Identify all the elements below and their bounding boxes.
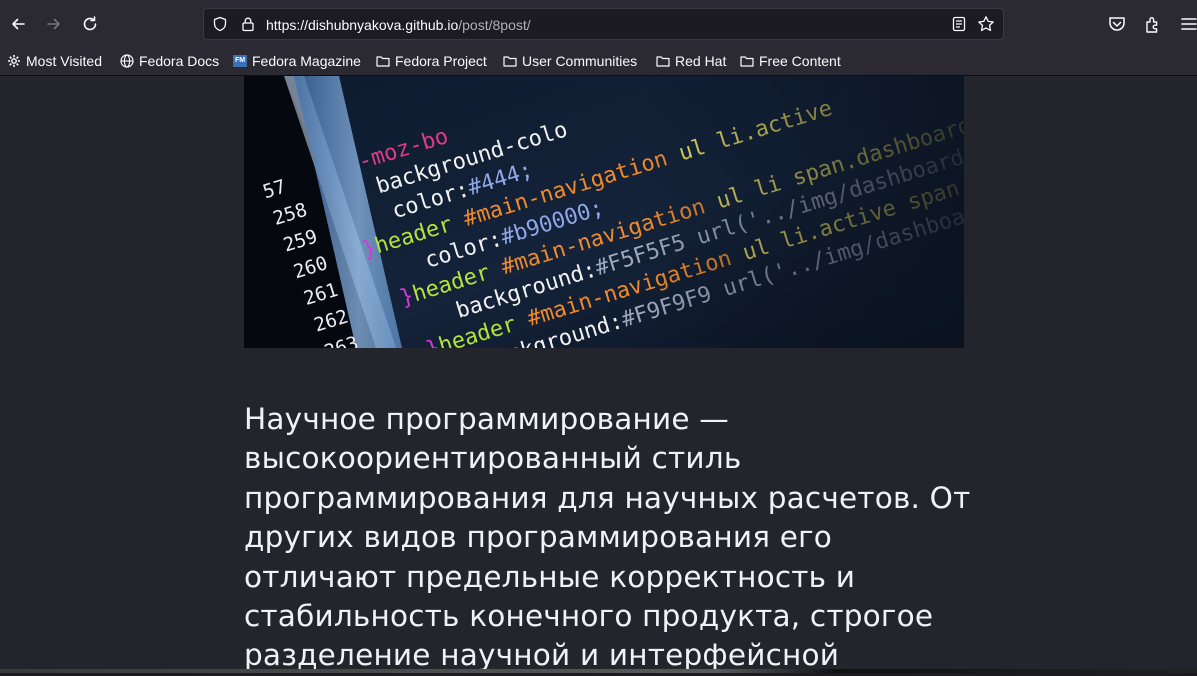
bookmark-label: Red Hat [675, 52, 727, 69]
bookmark-folder-red-hat[interactable]: Red Hat [656, 48, 726, 73]
folder-icon [656, 55, 670, 67]
reader-view-icon[interactable] [951, 16, 967, 32]
bookmark-folder-fedora-project[interactable]: Fedora Project [376, 48, 487, 73]
hero-code-image: 57258259260261262263264265266 -moz-bobac… [244, 76, 964, 348]
url-host: https://dishubnyakova.github.io [266, 17, 459, 33]
bookmark-label: Fedora Docs [139, 52, 220, 69]
bookmark-label: Fedora Project [395, 52, 487, 69]
bookmark-label: Free Content [759, 52, 841, 69]
arrow-left-icon [12, 18, 25, 30]
url-path: /post/8post/ [458, 17, 531, 33]
bookmark-folder-free-content[interactable]: Free Content [740, 48, 841, 73]
back-button[interactable] [4, 10, 32, 38]
lock-icon[interactable] [240, 16, 256, 32]
menu-icon[interactable] [1179, 14, 1197, 34]
folder-icon [376, 55, 390, 67]
bookmark-fedora-docs[interactable]: Fedora Docs [120, 48, 219, 73]
forward-button[interactable] [40, 10, 68, 38]
code-screenshot-illustration: 57258259260261262263264265266 -moz-bobac… [244, 76, 964, 348]
extensions-icon[interactable] [1143, 14, 1163, 34]
globe-icon [120, 53, 134, 68]
url-text[interactable]: https://dishubnyakova.github.io/post/8po… [266, 16, 531, 34]
shield-icon[interactable] [212, 16, 228, 32]
reload-button[interactable] [76, 10, 104, 38]
bookmark-most-visited[interactable]: Most Visited [7, 48, 102, 73]
bookmark-label: User Communities [522, 52, 638, 69]
page-content: 57258259260261262263264265266 -moz-bobac… [0, 76, 1197, 673]
pocket-icon[interactable] [1107, 14, 1127, 34]
article-paragraph: Научное программирование — высокоориенти… [244, 402, 971, 673]
bookmark-label: Most Visited [26, 52, 102, 69]
folder-icon [740, 55, 754, 67]
reload-icon [83, 16, 97, 31]
gear-icon [8, 54, 20, 67]
bookmark-fedora-magazine[interactable]: FM Fedora Magazine [233, 48, 361, 73]
bookmark-folder-user-communities[interactable]: User Communities [503, 48, 637, 73]
fedora-magazine-icon: FM [233, 54, 247, 67]
bookmarks-toolbar: Most Visited Fedora Docs FM Fedora Magaz… [0, 48, 1197, 76]
folder-icon [503, 55, 517, 67]
hero-fade [244, 76, 964, 348]
address-bar[interactable]: https://dishubnyakova.github.io/post/8po… [203, 8, 1004, 40]
arrow-right-icon [47, 18, 60, 30]
bookmark-star-icon[interactable] [977, 15, 995, 33]
browser-toolbar: https://dishubnyakova.github.io/post/8po… [0, 0, 1197, 48]
taskbar-edge [0, 669, 1197, 673]
bookmark-label: Fedora Magazine [252, 52, 361, 69]
